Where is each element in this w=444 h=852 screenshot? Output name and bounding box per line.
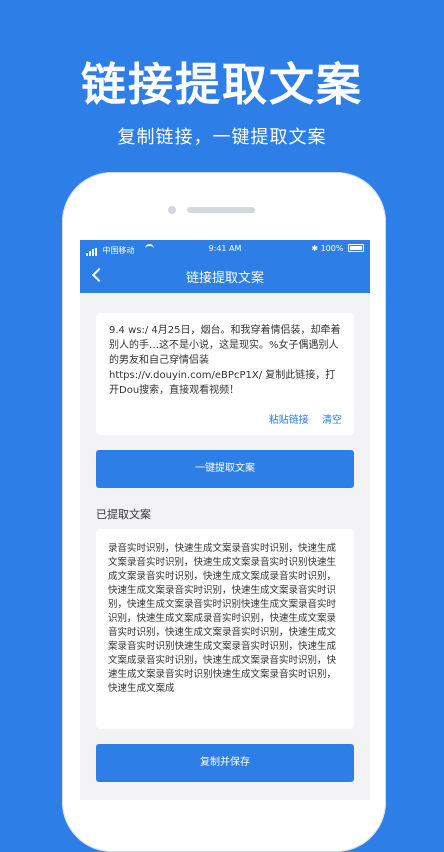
clear-button[interactable]: 清空 [322, 415, 342, 426]
extracted-text[interactable]: 录音实时识别，快速生成文案录音实时识别，快速生成文案录音实时识别，快速生成文案录… [108, 542, 344, 696]
app-screen: 中国移动 9:41 AM ✱ 100% 链接提取文案 9.4 ws:/ 4月25… [80, 240, 370, 800]
paste-link-button[interactable]: 粘贴链接 [269, 415, 309, 426]
extracted-section-label: 已提取文案 [96, 508, 151, 521]
status-right: ✱ 100% [311, 244, 364, 253]
link-actions: 粘贴链接 清空 [259, 411, 342, 426]
bluetooth-icon: ✱ [311, 244, 319, 253]
battery-percent: 100% [320, 244, 344, 253]
extract-button[interactable]: 一键提取文案 [96, 450, 354, 488]
link-input-card[interactable]: 9.4 ws:/ 4月25日，烟台。和我穿着情侣装，却牵着别人的手…这不是小说，… [96, 313, 354, 435]
status-bar: 中国移动 9:41 AM ✱ 100% [80, 240, 370, 258]
phone-camera [168, 206, 176, 214]
nav-bar: 链接提取文案 [80, 258, 370, 293]
hero-subtitle: 复制链接，一键提取文案 [117, 127, 327, 148]
battery-icon [348, 244, 364, 252]
app-header: 中国移动 9:41 AM ✱ 100% 链接提取文案 [80, 240, 370, 293]
copy-save-button[interactable]: 复制并保存 [96, 744, 354, 782]
phone-speaker [187, 207, 255, 213]
extracted-text-card[interactable]: 录音实时识别，快速生成文案录音实时识别，快速生成文案录音实时识别，快速生成文案录… [96, 529, 354, 729]
hero-title: 链接提取文案 [80, 58, 363, 111]
link-input-text[interactable]: 9.4 ws:/ 4月25日，烟台。和我穿着情侣装，却牵着别人的手…这不是小说，… [109, 323, 345, 398]
page-title: 链接提取文案 [185, 271, 264, 286]
